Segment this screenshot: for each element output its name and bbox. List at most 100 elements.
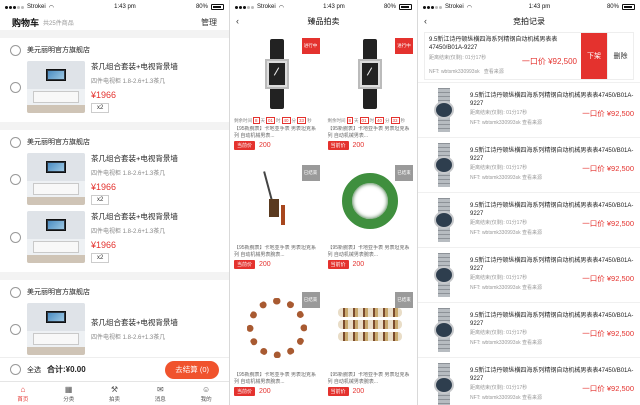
watch-thumbnail[interactable]	[424, 88, 464, 132]
store-select-radio[interactable]	[10, 44, 21, 56]
store-row[interactable]: 美元丽明官方旗舰店	[10, 42, 219, 58]
tab-grid[interactable]: ▦ 分类	[46, 382, 92, 405]
record-nft: NFT: wbtsmk330993sk 查看来源	[470, 230, 634, 238]
product-description: 【95新腕表】卡地亚手表 男表坦克系列 自动机械男表腕表...	[234, 245, 316, 258]
record-price: 一口价 ¥92,500	[582, 384, 634, 393]
item-spec: 四件电视柜 1.8-2.6+1.3茶几	[91, 334, 166, 341]
item-select-radio[interactable]	[10, 173, 21, 185]
current-price: 200	[259, 142, 271, 149]
view-source-link[interactable]: 查看来源	[484, 69, 504, 75]
checkout-button[interactable]: 去结算 (0)	[165, 360, 219, 379]
bid-record-row[interactable]: 9.5新江诗丹顿纵横四海系列精钢自动机械男表表47450/B01A-9227 距离…	[418, 137, 640, 192]
tab-message[interactable]: ✉ 消息	[137, 382, 183, 405]
view-source-link[interactable]: 查看来源	[522, 230, 542, 236]
record-text: 9.5新江诗丹顿纵横四海系列精钢自动机械男表表47450/B01A-9227 距离…	[470, 203, 634, 237]
item-name[interactable]: 茶几组合套装+电视背景墙	[91, 318, 219, 328]
item-select-radio[interactable]	[10, 323, 21, 335]
product-image[interactable]: 已结束	[234, 159, 320, 243]
item-quantity[interactable]: x2	[91, 102, 110, 113]
cart-item[interactable]: 茶几组合套装+电视背景墙 四件电视柜 1.8-2.6+1.3茶几 ¥1966 x2	[10, 150, 219, 208]
product-image[interactable]: 进行中	[327, 32, 413, 116]
store-select-radio[interactable]	[10, 286, 21, 298]
auction-card[interactable]: 已结束 【95新腕表】卡地亚手表 男表坦克系列 自动机械男表腕表... 当前价 200	[324, 284, 418, 405]
item-select-radio[interactable]	[10, 81, 21, 93]
bid-record-row[interactable]: 9.5新江诗丹顿纵横四海系列精钢自动机械男表表47450/B01A-9227 距离…	[418, 192, 640, 247]
timer-label: 剩余时间	[327, 117, 346, 123]
timer-label: 剩余时间	[234, 117, 252, 123]
current-price-label: 当前价	[327, 141, 349, 150]
product-image[interactable]: 已结束	[327, 286, 413, 370]
watch-thumbnail[interactable]	[424, 253, 464, 297]
cart-item[interactable]: 茶几组合套装+电视背景墙 四件电视柜 1.8-2.6+1.3茶几	[10, 300, 219, 358]
bid-record-row[interactable]: 9.5新江诗丹顿纵横四海系列精钢自动机械男表表47450/B01A-9227 距离…	[418, 357, 640, 405]
view-source-link[interactable]: 查看来源	[522, 340, 542, 346]
item-name[interactable]: 茶几组合套装+电视背景墙	[91, 154, 219, 164]
bid-record-row[interactable]: 9.5新江诗丹顿纵横四海系列精钢自动机械男表表47450/B01A-9227 距离…	[418, 302, 640, 357]
product-thumbnail[interactable]	[27, 61, 85, 113]
countdown-timer: 剩余时间 8 天 01 时 40 分 33 秒	[234, 117, 320, 124]
record-name: 9.5新江诗丹顿纵横四海系列精钢自动机械男表表47450/B01A-9227	[470, 148, 634, 162]
page-title: 购物车	[12, 17, 40, 28]
status-badge: 已结束	[395, 292, 413, 308]
record-time-left: 距离结束(仅剩): 01分17秒	[470, 165, 528, 171]
store-name: 美元丽明官方旗舰店	[27, 289, 90, 296]
tab-home[interactable]: ⌂ 首页	[0, 382, 46, 405]
auction-card[interactable]: 已结束 【95新腕表】卡地亚手表 男表坦克系列 自动机械男表腕表... 当前价 200	[230, 284, 324, 405]
product-thumbnail[interactable]	[27, 211, 85, 263]
item-quantity[interactable]: x2	[91, 194, 110, 205]
record-nft: NFT: wbtsmk330993sk 查看来源	[470, 285, 634, 293]
manage-button[interactable]: 管理	[201, 17, 217, 28]
cart-item[interactable]: 茶几组合套装+电视背景墙 四件电视柜 1.8-2.6+1.3茶几 ¥1966 x2	[10, 58, 219, 116]
watch-thumbnail[interactable]	[424, 363, 464, 405]
back-chevron-icon[interactable]: ‹	[424, 16, 427, 26]
view-source-link[interactable]: 查看来源	[522, 285, 542, 291]
item-quantity[interactable]: x2	[91, 252, 110, 263]
item-name[interactable]: 茶几组合套装+电视背景墙	[91, 62, 219, 72]
cart-item[interactable]: 茶几组合套装+电视背景墙 四件电视柜 1.8-2.6+1.3茶几 ¥1966 x2	[10, 208, 219, 266]
status-badge: 已结束	[301, 165, 320, 181]
cart-footer: 全选 合计:¥0.00 去结算 (0)	[0, 357, 229, 381]
tab-user[interactable]: ☺ 我的	[183, 382, 229, 405]
watch-thumbnail[interactable]	[424, 143, 464, 187]
take-down-button[interactable]: 下架	[581, 33, 607, 79]
product-thumbnail[interactable]	[27, 303, 85, 355]
auction-card[interactable]: 已结束 【95新腕表】卡地亚手表 男表坦克系列 自动机械男表腕表... 当前价 200	[324, 157, 418, 284]
watch-thumbnail[interactable]	[424, 198, 464, 242]
record-price: 一口价 ¥92,500	[582, 109, 634, 118]
bid-record-row[interactable]: 9.5新江诗丹顿纵横四海系列精钢自动机械男表表47450/B01A-9227 距离…	[418, 82, 640, 137]
delete-button[interactable]: 删除	[607, 33, 633, 79]
watch-thumbnail[interactable]	[424, 308, 464, 352]
featured-bid-item[interactable]: 9.5新江诗丹顿纵横四海系列精钢自动机械男表表47450/B01A-9227 距…	[424, 32, 634, 80]
store-select-radio[interactable]	[10, 136, 21, 148]
select-all-label[interactable]: 全选	[27, 365, 41, 375]
store-row[interactable]: 美元丽明官方旗舰店	[10, 134, 219, 150]
product-image[interactable]: 进行中	[234, 32, 320, 116]
view-source-link[interactable]: 查看来源	[522, 175, 542, 181]
record-text: 9.5新江诗丹顿纵横四海系列精钢自动机械男表表47450/B01A-9227 距离…	[470, 368, 634, 402]
featured-bid-name: 9.5新江诗丹顿纵横四海系列精钢自动机械男表表47450/B01A-9227	[429, 37, 558, 51]
auction-card[interactable]: 进行中 剩余时间 8 天 01 时 40 分 33 秒【95新腕表】卡地亚手表 男表坦克系列 自动…	[230, 30, 324, 157]
bid-record-row[interactable]: 9.5新江诗丹顿纵横四海系列精钢自动机械男表表47450/B01A-9227 距离…	[418, 247, 640, 302]
auction-card[interactable]: 进行中 剩余时间 8 天 01 时 40 分 33 秒【95新腕表】卡地亚手表 男表坦克系列 自动…	[324, 30, 418, 157]
battery-percent: 80%	[383, 4, 396, 10]
item-spec: 四件电视柜 1.8-2.6+1.3茶几	[91, 78, 166, 85]
product-image[interactable]: 已结束	[327, 159, 413, 243]
battery-icon	[210, 4, 224, 10]
back-chevron-icon[interactable]: ‹	[236, 16, 239, 26]
price-row: 当前价 200	[234, 260, 320, 269]
store-row[interactable]: 美元丽明官方旗舰店	[10, 284, 219, 300]
item-name[interactable]: 茶几组合套装+电视背景墙	[91, 212, 219, 222]
product-description: 【95新腕表】卡地亚手表 男表坦克系列 自动机械男表腕表...	[234, 372, 316, 385]
record-text: 9.5新江诗丹顿纵横四海系列精钢自动机械男表表47450/B01A-9227 距离…	[470, 93, 634, 127]
product-image[interactable]: 已结束	[234, 286, 320, 370]
product-thumbnail[interactable]	[27, 153, 85, 205]
record-text: 9.5新江诗丹顿纵横四海系列精钢自动机械男表表47450/B01A-9227 距离…	[470, 313, 634, 347]
view-source-link[interactable]: 查看来源	[522, 120, 542, 126]
view-source-link[interactable]: 查看来源	[522, 395, 542, 401]
select-all-radio[interactable]	[10, 364, 21, 375]
auction-card[interactable]: 已结束【95新腕表】卡地亚手表 男表坦克系列 自动机械男表腕表... 当前价 200	[230, 157, 324, 284]
item-select-radio[interactable]	[10, 231, 21, 243]
cart-header: 购物车 共25件商品 管理	[0, 14, 229, 30]
tab-auction[interactable]: ⚒ 拍卖	[92, 382, 138, 405]
grid-icon: ▦	[64, 384, 73, 394]
